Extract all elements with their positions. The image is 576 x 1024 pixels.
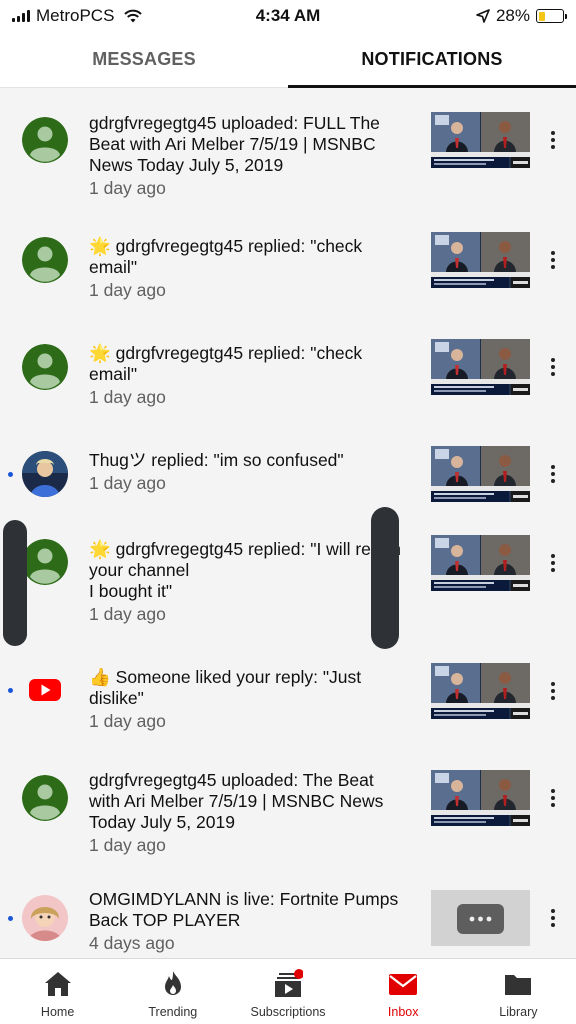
notification-time: 1 day ago <box>89 178 166 198</box>
avatar[interactable] <box>22 237 68 283</box>
video-thumbnail[interactable] <box>431 535 530 591</box>
unread-indicator-dot <box>8 688 13 693</box>
nav-trending[interactable]: Trending <box>115 959 230 1024</box>
nav-home[interactable]: Home <box>0 959 115 1024</box>
more-options-icon[interactable] <box>546 679 560 703</box>
live-stream-thumbnail[interactable] <box>431 890 530 946</box>
tab-notifications[interactable]: NOTIFICATIONS <box>288 32 576 88</box>
more-options-icon[interactable] <box>546 355 560 379</box>
avatar[interactable] <box>22 117 68 163</box>
unread-indicator-dot <box>8 916 13 921</box>
notification-time: 4 days ago <box>89 933 175 953</box>
battery-percent: 28% <box>495 6 530 25</box>
avatar[interactable] <box>22 539 68 585</box>
more-options-icon[interactable] <box>546 248 560 272</box>
battery-icon <box>536 9 567 23</box>
notification-text-block: gdrgfvregegtg45 uploaded: The Beat with … <box>89 770 409 856</box>
notification-text-block: OMGIMDYLANN is live: Fortnite Pumps Back… <box>89 889 409 954</box>
youtube-logo-icon[interactable] <box>22 667 68 713</box>
notification-message: gdrgfvregegtg45 uploaded: The Beat with … <box>89 770 384 832</box>
video-thumbnail[interactable] <box>431 770 530 826</box>
nav-inbox-label: Inbox <box>387 1005 419 1019</box>
flame-icon <box>164 971 181 995</box>
signal-strength-icon <box>12 10 30 22</box>
notification-time: 1 day ago <box>89 473 166 493</box>
avatar[interactable] <box>22 895 68 941</box>
more-options-icon[interactable] <box>546 128 560 152</box>
unread-indicator-dot <box>8 472 13 477</box>
avatar[interactable] <box>22 451 68 497</box>
nav-subscriptions[interactable]: Subscriptions <box>230 959 345 1024</box>
more-options-icon[interactable] <box>546 551 560 575</box>
notification-time: 1 day ago <box>89 280 166 300</box>
notification-message: OMGIMDYLANN is live: Fortnite Pumps Back… <box>89 889 399 930</box>
nav-library[interactable]: Library <box>461 959 576 1024</box>
nav-subscriptions-label: Subscriptions <box>250 1005 326 1019</box>
location-arrow-icon <box>476 9 490 23</box>
inbox-tabs: MESSAGES NOTIFICATIONS <box>0 32 576 88</box>
notification-text-block: 🌟 gdrgfvregegtg45 replied: "check email"… <box>89 343 409 408</box>
nav-library-label: Library <box>499 1005 538 1019</box>
video-thumbnail[interactable] <box>431 112 530 168</box>
notification-message: 🌟 gdrgfvregegtg45 replied: "I will retur… <box>89 539 401 601</box>
notification-text-block: 🌟 gdrgfvregegtg45 replied: "I will retur… <box>89 539 409 625</box>
notification-message: 🌟 gdrgfvregegtg45 replied: "check email" <box>89 343 363 384</box>
more-options-icon[interactable] <box>546 906 560 930</box>
inbox-icon <box>389 974 418 995</box>
avatar[interactable] <box>22 344 68 390</box>
video-thumbnail[interactable] <box>431 339 530 395</box>
wifi-icon <box>124 9 143 23</box>
notification-time: 1 day ago <box>89 711 166 731</box>
notification-list: gdrgfvregegtg45 uploaded: FULL The Beat … <box>0 89 576 958</box>
notification-message: 👍 Someone liked your reply: "Just dislik… <box>89 667 362 708</box>
status-bar: MetroPCS 4:34 AM 28% <box>0 0 576 32</box>
avatar[interactable] <box>22 775 68 821</box>
notification-text-block: 👍 Someone liked your reply: "Just dislik… <box>89 667 409 732</box>
notification-text-block: Thugツ replied: "im so confused" 1 day ago <box>89 450 409 494</box>
notification-message: gdrgfvregegtg45 uploaded: FULL The Beat … <box>89 113 380 175</box>
carrier-name: MetroPCS <box>36 6 115 25</box>
notification-time: 1 day ago <box>89 387 166 407</box>
folder-icon <box>505 975 532 995</box>
screen-overlay-bar-right <box>371 507 399 649</box>
nav-trending-label: Trending <box>148 1005 198 1019</box>
home-icon <box>44 972 71 996</box>
notification-message: Thugツ replied: "im so confused" <box>89 450 344 470</box>
bottom-navigation: Home Trending Subscriptions Inbox Librar… <box>0 958 576 1024</box>
nav-inbox[interactable]: Inbox <box>346 959 461 1024</box>
more-options-icon[interactable] <box>546 462 560 486</box>
video-thumbnail[interactable] <box>431 446 530 502</box>
notification-time: 1 day ago <box>89 604 166 624</box>
video-thumbnail[interactable] <box>431 232 530 288</box>
subscriptions-icon <box>275 969 303 997</box>
notification-text-block: gdrgfvregegtg45 uploaded: FULL The Beat … <box>89 113 409 199</box>
screen-overlay-bar-left <box>3 520 27 646</box>
notification-text-block: 🌟 gdrgfvregegtg45 replied: "check email"… <box>89 236 409 301</box>
notification-message: 🌟 gdrgfvregegtg45 replied: "check email" <box>89 236 363 277</box>
tab-messages[interactable]: MESSAGES <box>0 32 288 87</box>
video-thumbnail[interactable] <box>431 663 530 719</box>
notification-time: 1 day ago <box>89 835 166 855</box>
more-options-icon[interactable] <box>546 786 560 810</box>
nav-home-label: Home <box>40 1005 75 1019</box>
